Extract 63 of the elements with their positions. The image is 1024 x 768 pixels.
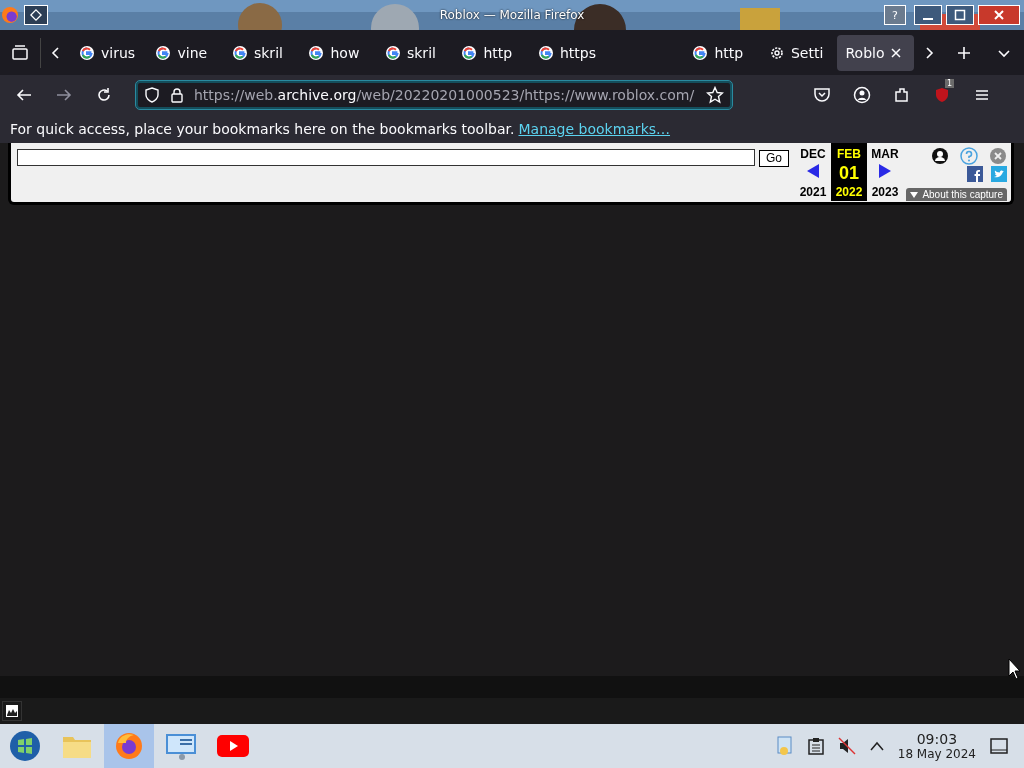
browser-tab[interactable]: https — [529, 34, 607, 71]
google-icon — [308, 44, 325, 61]
google-icon — [461, 44, 478, 61]
minimize-icon — [923, 18, 933, 20]
star-icon[interactable] — [706, 86, 724, 104]
clipboard-icon[interactable] — [807, 737, 824, 755]
badge-count: 1 — [944, 79, 954, 88]
caret-icon — [910, 191, 919, 198]
clock-time[interactable]: 09:03 — [916, 731, 958, 747]
year-label[interactable]: 2023 — [871, 185, 899, 199]
google-icon — [384, 44, 401, 61]
monitor-icon — [165, 732, 197, 760]
show-desktop-icon[interactable] — [990, 738, 1008, 754]
close-icon — [993, 9, 1005, 21]
facebook-icon[interactable] — [967, 166, 983, 182]
close-tab-icon[interactable] — [890, 46, 903, 59]
bookmarks-message: For quick access, place your bookmarks here on the bookmarks toolbar. — [10, 121, 515, 137]
google-icon — [78, 44, 95, 61]
day-label: 01 — [839, 162, 860, 184]
go-button[interactable]: Go — [759, 150, 789, 167]
browser-tab[interactable]: Roblo — [837, 34, 914, 71]
window-icon[interactable] — [2, 701, 22, 721]
lock-icon — [170, 87, 184, 103]
google-icon — [155, 44, 172, 61]
close-button[interactable] — [978, 5, 1020, 25]
manage-bookmarks-link[interactable]: Manage bookmarks… — [518, 121, 671, 137]
google-icon — [231, 44, 248, 61]
maximize-icon — [954, 9, 966, 21]
muted-speaker-icon[interactable] — [837, 737, 856, 755]
play-icon — [217, 735, 249, 757]
browser-tab[interactable]: virus — [70, 34, 148, 71]
maximize-button[interactable] — [946, 5, 974, 25]
help-button[interactable]: ? — [884, 5, 906, 25]
month-label[interactable]: FEB — [837, 147, 861, 161]
browser-tab[interactable]: http — [684, 34, 761, 71]
clock-date[interactable]: 18 May 2024 — [897, 747, 976, 761]
bird-icon[interactable] — [991, 166, 1007, 182]
year-label[interactable]: 2022 — [835, 185, 863, 199]
google-icon — [692, 44, 709, 61]
month-label[interactable]: DEC — [800, 147, 826, 161]
google-icon — [537, 44, 554, 61]
year-label[interactable]: 2021 — [799, 185, 827, 199]
month-label[interactable]: MAR — [871, 147, 899, 161]
browser-tab[interactable]: Setti — [760, 34, 838, 71]
chevron-up-icon[interactable] — [869, 741, 884, 751]
url-input-field[interactable] — [17, 149, 755, 166]
browser-tab[interactable]: skril — [223, 34, 301, 71]
address-field[interactable]: https://web.archive.org/web/20220201000523/https://www.roblox.com/ — [136, 81, 732, 109]
mouse-cursor-icon — [1008, 658, 1022, 680]
browser-tab[interactable]: http — [453, 34, 530, 71]
about-capture-button[interactable]: About this capture — [906, 188, 1007, 201]
shield-icon — [144, 87, 160, 103]
close-icon[interactable] — [989, 147, 1007, 165]
browser-tab[interactable]: vine — [147, 34, 224, 71]
minimize-button[interactable] — [914, 5, 942, 25]
taskbar-app[interactable] — [104, 724, 154, 768]
settings-icon — [768, 44, 785, 61]
browser-tab[interactable]: how — [300, 34, 377, 71]
user-icon[interactable] — [931, 147, 949, 165]
start-orb-icon — [9, 730, 41, 762]
url-text: https://web.archive.org/web/20220201000523/https://www.roblox.com/ — [194, 87, 696, 103]
browser-tab[interactable]: skril — [376, 34, 454, 71]
firefox-icon — [114, 731, 144, 761]
